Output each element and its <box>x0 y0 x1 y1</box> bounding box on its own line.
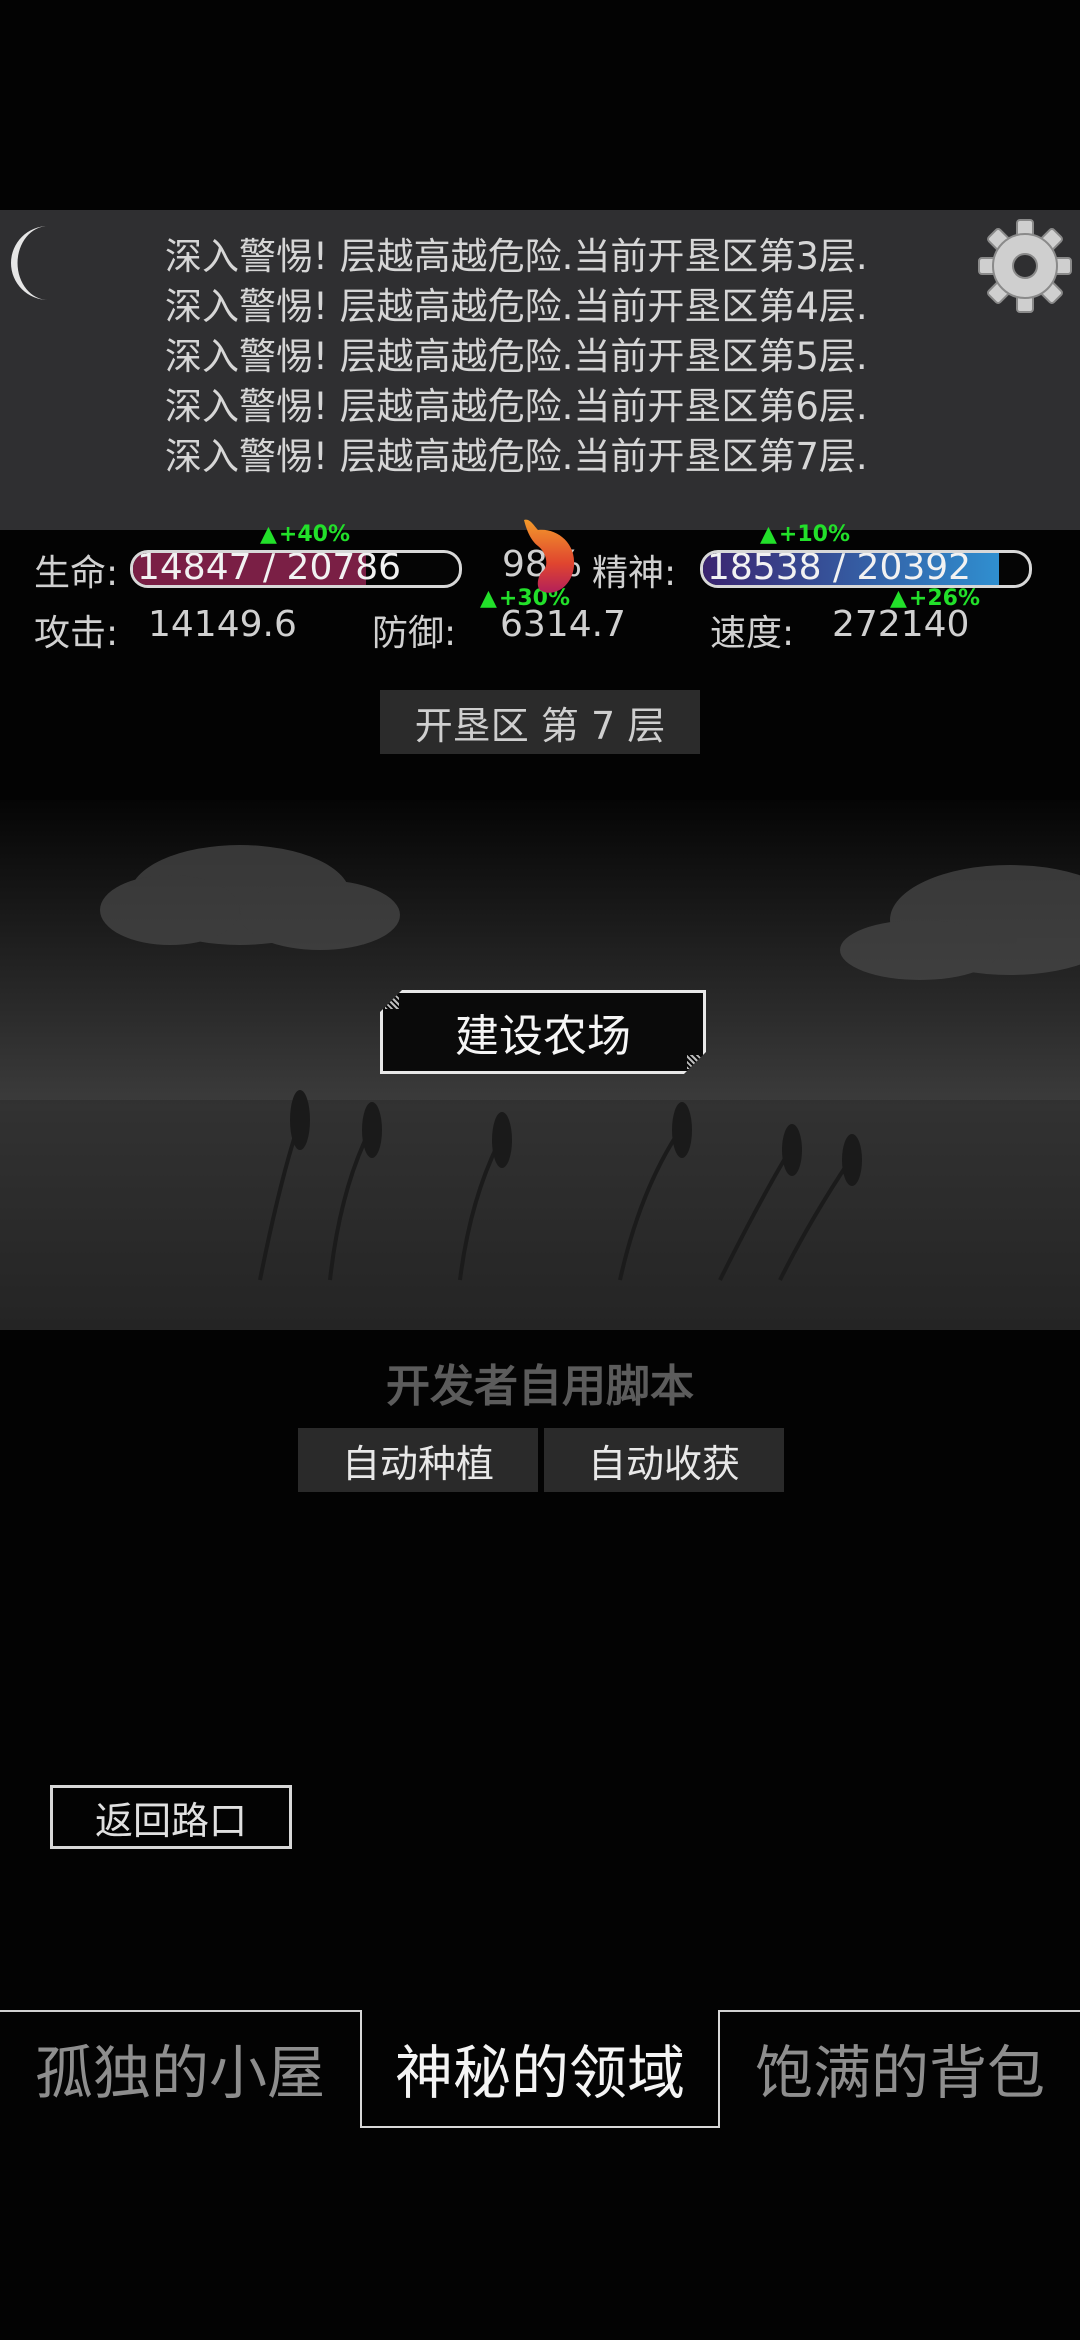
up-arrow-icon: ▲ <box>260 522 277 547</box>
log-line: 深入警惕! 层越高越危险.当前开垦区第4层. <box>165 285 868 328</box>
message-log: 深入警惕! 层越高越危险.当前开垦区第3层. 深入警惕! 层越高越危险.当前开垦… <box>0 210 1080 530</box>
log-line: 深入警惕! 层越高越危险.当前开垦区第7层. <box>165 435 868 478</box>
auto-plant-button[interactable]: 自动种植 <box>298 1428 538 1492</box>
tab-mysterious-realm[interactable]: 神秘的领域 <box>360 2010 720 2128</box>
log-line: 深入警惕! 层越高越危险.当前开垦区第3层. <box>165 235 868 278</box>
defense-label: 防御: <box>372 613 457 654</box>
life-value: 14847 / 20786 <box>137 550 402 588</box>
speed-buff: ▲+26% <box>890 586 980 611</box>
life-label: 生命: <box>34 553 119 594</box>
up-arrow-icon: ▲ <box>890 586 907 611</box>
build-farm-button[interactable]: 建设农场 <box>380 990 706 1074</box>
attack-label: 攻击: <box>34 613 119 654</box>
up-arrow-icon: ▲ <box>760 522 777 547</box>
spirit-bar: 18538 / 20392 <box>700 550 1032 588</box>
tab-full-backpack[interactable]: 饱满的背包 <box>720 2010 1080 2126</box>
gear-icon[interactable] <box>975 216 1075 316</box>
attack-value: 14149.6 <box>148 604 297 645</box>
game-screen: 深入警惕! 层越高越危险.当前开垦区第3层. 深入警惕! 层越高越危险.当前开垦… <box>0 0 1080 2340</box>
speed-label: 速度: <box>710 613 795 654</box>
life-buff-value: +40% <box>278 522 351 547</box>
stomach-icon <box>524 519 575 593</box>
speed-buff-value: +26% <box>908 586 981 611</box>
tab-lonely-cabin[interactable]: 孤独的小屋 <box>0 2010 360 2126</box>
moon-icon[interactable] <box>8 218 68 308</box>
auto-harvest-button[interactable]: 自动收获 <box>544 1428 784 1492</box>
back-to-crossroad-button[interactable]: 返回路口 <box>50 1785 292 1849</box>
up-arrow-icon: ▲ <box>480 586 497 611</box>
spirit-buff-value: +10% <box>778 522 851 547</box>
spirit-value: 18538 / 20392 <box>707 550 972 588</box>
life-bar: 14847 / 20786 <box>130 550 462 588</box>
bottom-tab-bar: 孤独的小屋 神秘的领域 饱满的背包 <box>0 2010 1080 2130</box>
floor-label: 开垦区 第 7 层 <box>380 690 700 754</box>
spirit-label: 精神: <box>592 553 677 594</box>
log-line: 深入警惕! 层越高越危险.当前开垦区第5层. <box>165 335 868 378</box>
dev-scripts-title: 开发者自用脚本 <box>386 1361 694 1412</box>
spirit-buff: ▲+10% <box>760 522 850 547</box>
log-line: 深入警惕! 层越高越危险.当前开垦区第6层. <box>165 385 868 428</box>
log-lines: 深入警惕! 层越高越危险.当前开垦区第3层. 深入警惕! 层越高越危险.当前开垦… <box>165 232 945 482</box>
life-buff: ▲+40% <box>260 522 350 547</box>
